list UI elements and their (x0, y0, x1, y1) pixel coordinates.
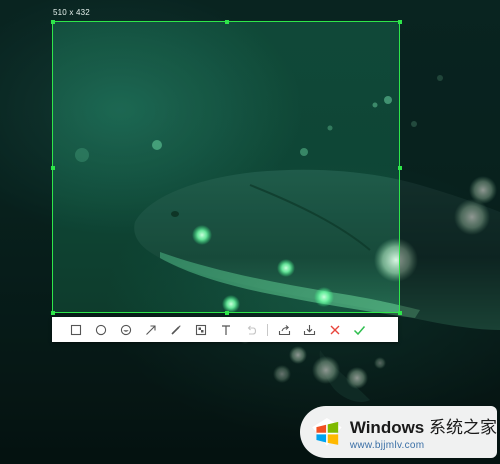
pen-tool-button[interactable] (163, 317, 188, 342)
overlay-mask-left (0, 21, 52, 313)
resize-handle-bottom-left[interactable] (50, 310, 55, 315)
mosaic-icon (120, 324, 131, 335)
toolbar-divider (267, 323, 268, 336)
share-button[interactable] (272, 317, 297, 342)
ellipse-icon (95, 324, 106, 335)
resize-handle-bottom-right[interactable] (397, 310, 402, 315)
checkmark-icon (353, 325, 366, 335)
text-icon (221, 324, 230, 335)
resize-handle-top-center[interactable] (225, 19, 229, 24)
watermark-brand: Windows (349, 418, 425, 437)
resize-handle-middle-left[interactable] (50, 166, 55, 170)
resize-handle-top-right[interactable] (397, 19, 402, 24)
arrow-icon (145, 324, 156, 335)
arrow-tool-button[interactable] (138, 317, 163, 342)
blur-icon (195, 324, 206, 335)
confirm-button[interactable] (347, 317, 372, 342)
watermark-suffix: 系统之家 (429, 418, 497, 437)
rectangle-icon (70, 324, 81, 335)
close-icon (330, 325, 339, 334)
selection-size-label: 510 x 432 (53, 8, 90, 17)
rectangle-tool-button[interactable] (63, 317, 88, 342)
share-icon (278, 324, 291, 335)
undo-icon (247, 325, 256, 335)
resize-handle-middle-right[interactable] (397, 166, 402, 170)
undo-button[interactable] (238, 317, 263, 342)
watermark-title: Windows 系统之家 (350, 413, 497, 438)
windows-logo-icon (311, 417, 343, 448)
ellipse-tool-button[interactable] (88, 317, 113, 342)
pen-icon (170, 324, 181, 335)
download-icon (303, 324, 316, 335)
blur-tool-button[interactable] (188, 317, 213, 342)
cancel-button[interactable] (322, 317, 347, 342)
save-button[interactable] (297, 317, 322, 342)
watermark-url: www.bjjmlv.com (349, 440, 425, 451)
mosaic-tool-button[interactable] (113, 317, 138, 342)
resize-handle-bottom-center[interactable] (225, 310, 229, 315)
watermark-badge: Windows 系统之家 www.bjjmlv.com (300, 406, 497, 458)
capture-selection-area[interactable] (50, 19, 402, 315)
watermark-text: Windows 系统之家 www.bjjmlv.com (350, 413, 497, 451)
overlay-mask-right (400, 21, 500, 313)
resize-handle-top-left[interactable] (50, 19, 55, 24)
screenshot-toolbar (52, 317, 398, 342)
text-tool-button[interactable] (213, 317, 238, 342)
